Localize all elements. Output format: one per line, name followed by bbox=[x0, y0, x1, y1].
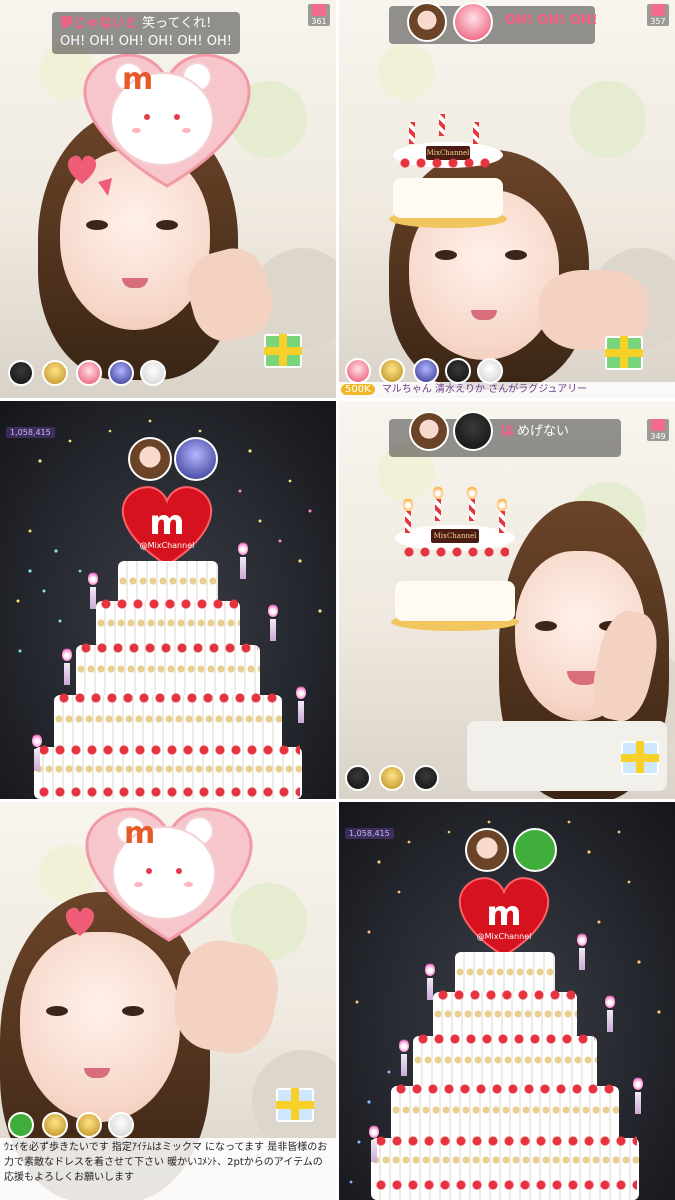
viewer-avatar[interactable] bbox=[379, 765, 405, 791]
viewer-count-badge: 361 bbox=[308, 4, 330, 26]
birthday-cake-sticker: MixChannel bbox=[389, 114, 507, 228]
viewer-avatar[interactable] bbox=[76, 360, 102, 386]
viewer-avatar[interactable] bbox=[445, 358, 471, 384]
viewer-avatar[interactable] bbox=[413, 765, 439, 791]
viewer-avatar[interactable] bbox=[8, 360, 34, 386]
gift-box-icon[interactable] bbox=[264, 334, 302, 368]
mixchannel-logo-letter: m bbox=[122, 62, 154, 97]
viewer-avatar[interactable] bbox=[42, 1112, 68, 1138]
streamer-avatar[interactable] bbox=[128, 437, 172, 481]
stream-panel-2: MixChannel OH! OH! OH! 357 500K マルちゃん 清水… bbox=[339, 0, 675, 398]
heart-letter: m bbox=[486, 894, 522, 934]
streamer-avatar[interactable] bbox=[409, 411, 449, 451]
viewer-avatar[interactable] bbox=[108, 1112, 134, 1138]
heart-brand: @MixChannel bbox=[139, 541, 195, 550]
gold-points-badge: 1,058,415 bbox=[345, 828, 394, 839]
gift-box-icon[interactable] bbox=[605, 336, 643, 370]
mascot-avatar[interactable] bbox=[453, 2, 493, 42]
viewer-avatar[interactable] bbox=[477, 358, 503, 384]
viewer-avatar[interactable] bbox=[345, 765, 371, 791]
chat-comment: 夢じゃないと 笑ってくれ! OH! OH! OH! OH! OH! OH! bbox=[52, 12, 240, 54]
gift-box-icon[interactable] bbox=[621, 741, 659, 775]
viewer-avatar[interactable] bbox=[108, 360, 134, 386]
gift-box-icon[interactable] bbox=[276, 1088, 314, 1122]
stream-panel-4: MixChannel は めげない 349 bbox=[339, 401, 675, 799]
streamer-announcement: ｳｪｲを必ず歩きたいです 指定ｱｲﾃﾑはミックマ になってます 是非皆様のお力で… bbox=[0, 1138, 336, 1200]
stream-panel-6: 1,058,415 m @MixChannel bbox=[339, 802, 675, 1200]
viewer-avatar[interactable] bbox=[345, 358, 371, 384]
viewer-avatar[interactable] bbox=[42, 360, 68, 386]
viewer-avatar[interactable] bbox=[453, 411, 493, 451]
birthday-cake-sticker: MixChannel bbox=[391, 485, 519, 631]
heart-brand: @MixChannel bbox=[476, 932, 532, 941]
stream-panel-1: m 夢じゃないと 笑ってくれ! OH! OH! OH! OH! OH! OH! … bbox=[0, 0, 336, 398]
viewer-count-badge: 349 bbox=[647, 419, 669, 441]
exit-avatar-icon[interactable] bbox=[8, 1112, 34, 1138]
stream-panel-3: 1,058,415 m @MixChannel bbox=[0, 401, 336, 799]
viewer-icon bbox=[312, 4, 326, 16]
viewer-avatar[interactable] bbox=[413, 358, 439, 384]
streamer-avatar[interactable] bbox=[465, 828, 509, 872]
viewer-avatar[interactable] bbox=[379, 358, 405, 384]
mixchannel-logo-letter: m bbox=[124, 816, 156, 851]
viewer-icon bbox=[651, 419, 665, 431]
gift-count-badge: 500K bbox=[341, 384, 375, 395]
gift-ticker: 500K マルちゃん 清水えりか さんがラグジュアリー bbox=[339, 382, 675, 398]
viewer-avatar[interactable] bbox=[76, 1112, 102, 1138]
cake-tier bbox=[391, 1086, 619, 1142]
heart-letter: m bbox=[149, 503, 185, 543]
exit-avatar-icon[interactable] bbox=[513, 828, 557, 872]
viewer-count-badge: 357 bbox=[647, 4, 669, 26]
gold-points-badge: 1,058,415 bbox=[6, 427, 55, 438]
small-heart-icon bbox=[65, 907, 95, 936]
streamer-avatar[interactable] bbox=[407, 2, 447, 42]
cake-tier bbox=[54, 695, 282, 751]
viewer-avatar[interactable] bbox=[174, 437, 218, 481]
viewer-avatar[interactable] bbox=[140, 360, 166, 386]
stream-panel-5: m ｳｪｲを必ず歩きたいです 指定ｱｲﾃﾑはミックマ になってます 是非皆様のお… bbox=[0, 802, 336, 1200]
cake-tier bbox=[371, 1138, 639, 1200]
viewer-icon bbox=[651, 4, 665, 16]
small-heart-icon bbox=[67, 155, 97, 184]
face bbox=[20, 932, 180, 1122]
